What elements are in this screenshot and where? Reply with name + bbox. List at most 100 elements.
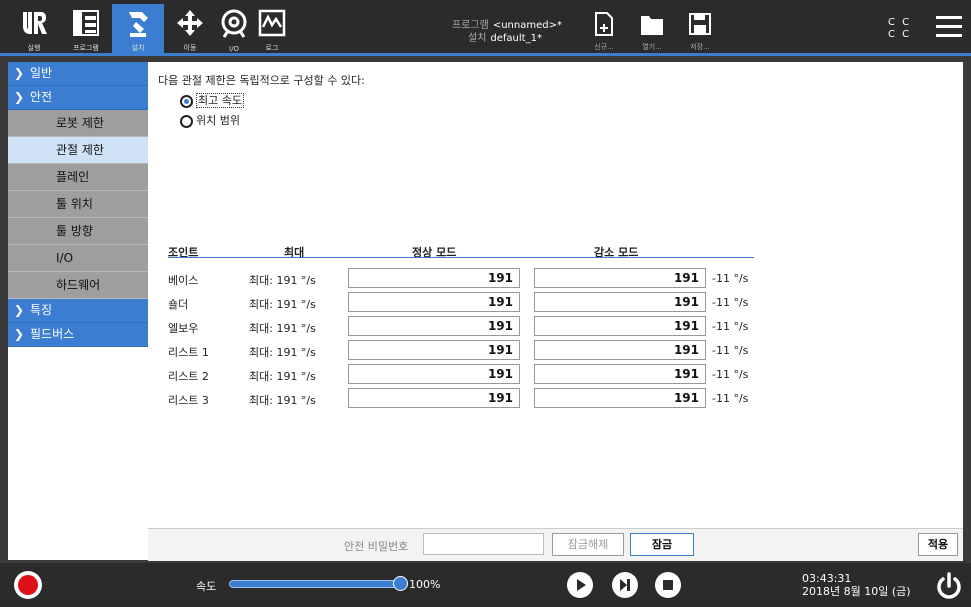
- new-file-icon: [595, 12, 613, 36]
- table-row: 베이스 최대: 191 °/s 191 191 -11 °/s: [168, 267, 868, 290]
- header-divider: [168, 257, 754, 258]
- sidebar: ❯ 일반 ❯ 안전 로봇 제한 관절 제한 플레인 툴 위치 툴 방향 I/O 하드…: [8, 62, 148, 560]
- reduced-speed-input[interactable]: 191: [534, 268, 706, 288]
- installation-value: default_1*: [490, 33, 542, 44]
- play-button[interactable]: [567, 572, 593, 598]
- nav-log-button[interactable]: 로그: [246, 4, 298, 54]
- table-row: 숄더 최대: 191 °/s 191 191 -11 °/s: [168, 291, 868, 314]
- folder-icon: [641, 16, 663, 35]
- open-file-button[interactable]: 열기...: [632, 10, 672, 51]
- play-icon: [577, 579, 586, 591]
- hamburger-menu-icon[interactable]: [936, 16, 962, 43]
- sidebar-section-label: 일반: [30, 66, 53, 80]
- joint-name: 리스트 1: [168, 346, 209, 359]
- step-forward-icon: [620, 579, 630, 591]
- joint-name: 리스트 3: [168, 394, 209, 407]
- new-file-label: 신규...: [594, 43, 614, 51]
- normal-speed-input[interactable]: 191: [348, 364, 520, 384]
- radio-position-range[interactable]: 위치 범위: [180, 113, 240, 129]
- reduced-speed-input[interactable]: 191: [534, 388, 706, 408]
- cc-status-indicator: C C C C: [888, 17, 911, 41]
- save-disk-icon: [689, 13, 711, 35]
- reduced-speed-input[interactable]: 191: [534, 292, 706, 312]
- clock: 03:43:31 2018년 8월 10일 (금): [802, 572, 911, 598]
- radio-checked-icon: [180, 94, 193, 108]
- normal-speed-input[interactable]: 191: [348, 268, 520, 288]
- chevron-right-icon: ❯: [14, 327, 25, 341]
- installation-name: 설치 default_1*: [468, 29, 542, 44]
- joint-max: 최대: 191 °/s: [249, 322, 316, 335]
- ur-logo-icon: [23, 12, 47, 34]
- normal-speed-input[interactable]: 191: [348, 316, 520, 336]
- lock-button[interactable]: 잠금: [630, 533, 694, 556]
- clock-date: 2018년 8월 10일 (금): [802, 585, 911, 598]
- radio-position-range-label: 위치 범위: [196, 114, 240, 127]
- stop-button[interactable]: [655, 572, 681, 598]
- table-row: 리스트 2 최대: 191 °/s 191 191 -11 °/s: [168, 363, 868, 386]
- normal-speed-input[interactable]: 191: [348, 340, 520, 360]
- nav-label-run: 실행: [27, 44, 41, 52]
- sidebar-item-hardware[interactable]: 하드웨어: [8, 272, 148, 299]
- sidebar-item-io[interactable]: I/O: [8, 245, 148, 272]
- safety-password-input[interactable]: [423, 533, 544, 555]
- cc-status-bottom: C C: [888, 29, 912, 40]
- sidebar-item-tool-position[interactable]: 툴 위치: [8, 191, 148, 218]
- nav-program-button[interactable]: 프로그램: [60, 4, 112, 54]
- nav-label-installation: 설치: [131, 44, 145, 52]
- top-accent-strip: [0, 53, 971, 56]
- speed-slider-track[interactable]: [229, 580, 400, 588]
- open-file-label: 열기...: [642, 43, 662, 51]
- sidebar-item-tool-orientation[interactable]: 툴 방향: [8, 218, 148, 245]
- sidebar-section-fieldbus[interactable]: ❯ 필드버스: [8, 323, 148, 347]
- reduced-speed-input[interactable]: 191: [534, 316, 706, 336]
- sidebar-section-label: 필드버스: [30, 327, 75, 341]
- radio-max-speed-label: 최고 속도: [196, 93, 244, 108]
- nav-label-program: 프로그램: [73, 44, 99, 52]
- tolerance-unit: -11 °/s: [712, 344, 749, 357]
- power-button[interactable]: [935, 572, 963, 604]
- tolerance-unit: -11 °/s: [712, 272, 749, 285]
- stop-icon: [663, 580, 673, 590]
- log-chart-icon: [258, 9, 286, 37]
- reduced-speed-input[interactable]: 191: [534, 364, 706, 384]
- sidebar-section-label: 안전: [30, 90, 53, 104]
- safety-password-label: 안전 비밀번호: [344, 540, 409, 553]
- tolerance-unit: -11 °/s: [712, 320, 749, 333]
- joint-max: 최대: 191 °/s: [249, 274, 316, 287]
- speed-slider-handle[interactable]: [392, 576, 408, 591]
- sidebar-item-planes[interactable]: 플레인: [8, 164, 148, 191]
- speed-value: 100%: [409, 578, 441, 591]
- sidebar-section-features[interactable]: ❯ 특징: [8, 299, 148, 323]
- new-file-button[interactable]: 신규...: [584, 10, 624, 51]
- step-button[interactable]: [612, 572, 638, 598]
- sidebar-item-joint-limits[interactable]: 관절 제한: [8, 137, 148, 164]
- nav-installation-button[interactable]: 설치: [112, 4, 164, 54]
- chevron-right-icon: ❯: [14, 303, 25, 317]
- normal-speed-input[interactable]: 191: [348, 292, 520, 312]
- joint-max: 최대: 191 °/s: [249, 370, 316, 383]
- footer-bar: 속도 100% 03:43:31 2018년 8월 10일 (금): [0, 563, 971, 607]
- sidebar-section-safety[interactable]: ❯ 안전: [8, 86, 148, 110]
- joint-name: 엘보우: [168, 322, 199, 335]
- emergency-status-button[interactable]: [14, 571, 42, 599]
- apply-button[interactable]: 적용: [918, 533, 958, 556]
- sidebar-section-general[interactable]: ❯ 일반: [8, 62, 148, 86]
- program-tree-icon: [73, 10, 99, 36]
- joint-name: 리스트 2: [168, 370, 209, 383]
- normal-speed-input[interactable]: 191: [348, 388, 520, 408]
- joint-limits-panel: 다음 관절 제한은 독립적으로 구성할 수 있다: 최고 속도 위치 범위 조인…: [148, 62, 963, 528]
- save-file-button[interactable]: 저장...: [680, 10, 720, 51]
- joint-max: 최대: 191 °/s: [249, 346, 316, 359]
- joint-name: 숄더: [168, 298, 189, 311]
- ur-logo-button[interactable]: 실행: [8, 4, 60, 54]
- robot-arm-icon: [129, 12, 148, 37]
- reduced-speed-input[interactable]: 191: [534, 340, 706, 360]
- chevron-down-icon: ❯: [14, 90, 25, 104]
- sidebar-section-label: 특징: [30, 303, 53, 317]
- sidebar-item-robot-limits[interactable]: 로봇 제한: [8, 110, 148, 137]
- joint-max: 최대: 191 °/s: [249, 298, 316, 311]
- top-bar: 실행 프로그램 설치 이동 I/O 로그 프로그램 <unnamed>* 설치 …: [0, 0, 971, 56]
- radio-max-speed[interactable]: 최고 속도: [180, 93, 244, 109]
- unlock-button[interactable]: 잠금해제: [552, 533, 624, 556]
- table-row: 리스트 1 최대: 191 °/s 191 191 -11 °/s: [168, 339, 868, 362]
